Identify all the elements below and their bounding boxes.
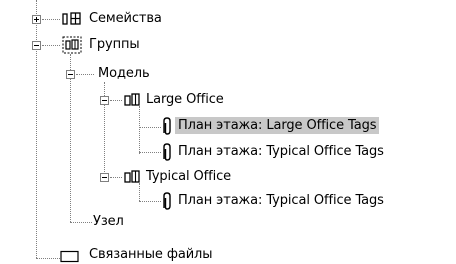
tree-node-label[interactable]: План этажа: Typical Office Tags — [178, 143, 384, 160]
tree-connector — [70, 222, 92, 223]
tree-connector — [139, 183, 140, 201]
tree-node-label[interactable]: План этажа: Typical Office Tags — [178, 192, 384, 209]
tree-node-label[interactable]: Группы — [89, 36, 140, 53]
tree-connector — [110, 100, 122, 101]
tree-connector — [139, 152, 161, 153]
tree-connector — [36, 0, 37, 258]
collapse-minus-icon[interactable] — [100, 96, 109, 105]
collapse-minus-icon[interactable] — [66, 70, 75, 79]
project-browser-tree: Семейства Группы Модель Large Office Пла… — [0, 0, 456, 264]
tree-connector — [110, 177, 122, 178]
group-type-icon — [124, 170, 140, 183]
paperclip-icon — [163, 192, 171, 210]
tree-connector — [36, 258, 60, 259]
tree-node-label[interactable]: Семейства — [89, 10, 162, 27]
tree-connector — [139, 106, 140, 154]
tree-connector — [139, 201, 161, 202]
tree-connector — [70, 54, 71, 222]
tree-node-label[interactable]: План этажа: Large Office Tags — [175, 117, 380, 134]
expand-plus-icon[interactable] — [32, 15, 41, 24]
group-type-icon — [124, 93, 140, 106]
linked-file-icon — [60, 250, 79, 263]
tree-node-label[interactable]: Связанные файлы — [89, 246, 213, 263]
tree-connector — [42, 45, 60, 46]
tree-node-label[interactable]: Узел — [93, 213, 124, 230]
tree-node-label[interactable]: Модель — [98, 65, 150, 82]
tree-node-label[interactable]: Large Office — [146, 91, 224, 108]
families-icon — [62, 12, 81, 25]
paperclip-icon — [163, 117, 171, 135]
paperclip-icon — [163, 143, 171, 161]
tree-connector — [139, 127, 161, 128]
tree-connector — [42, 19, 60, 20]
tree-node-label[interactable]: Typical Office — [146, 168, 231, 185]
tree-connector — [76, 74, 94, 75]
collapse-minus-icon[interactable] — [32, 41, 41, 50]
collapse-minus-icon[interactable] — [100, 173, 109, 182]
groups-icon — [62, 36, 82, 54]
